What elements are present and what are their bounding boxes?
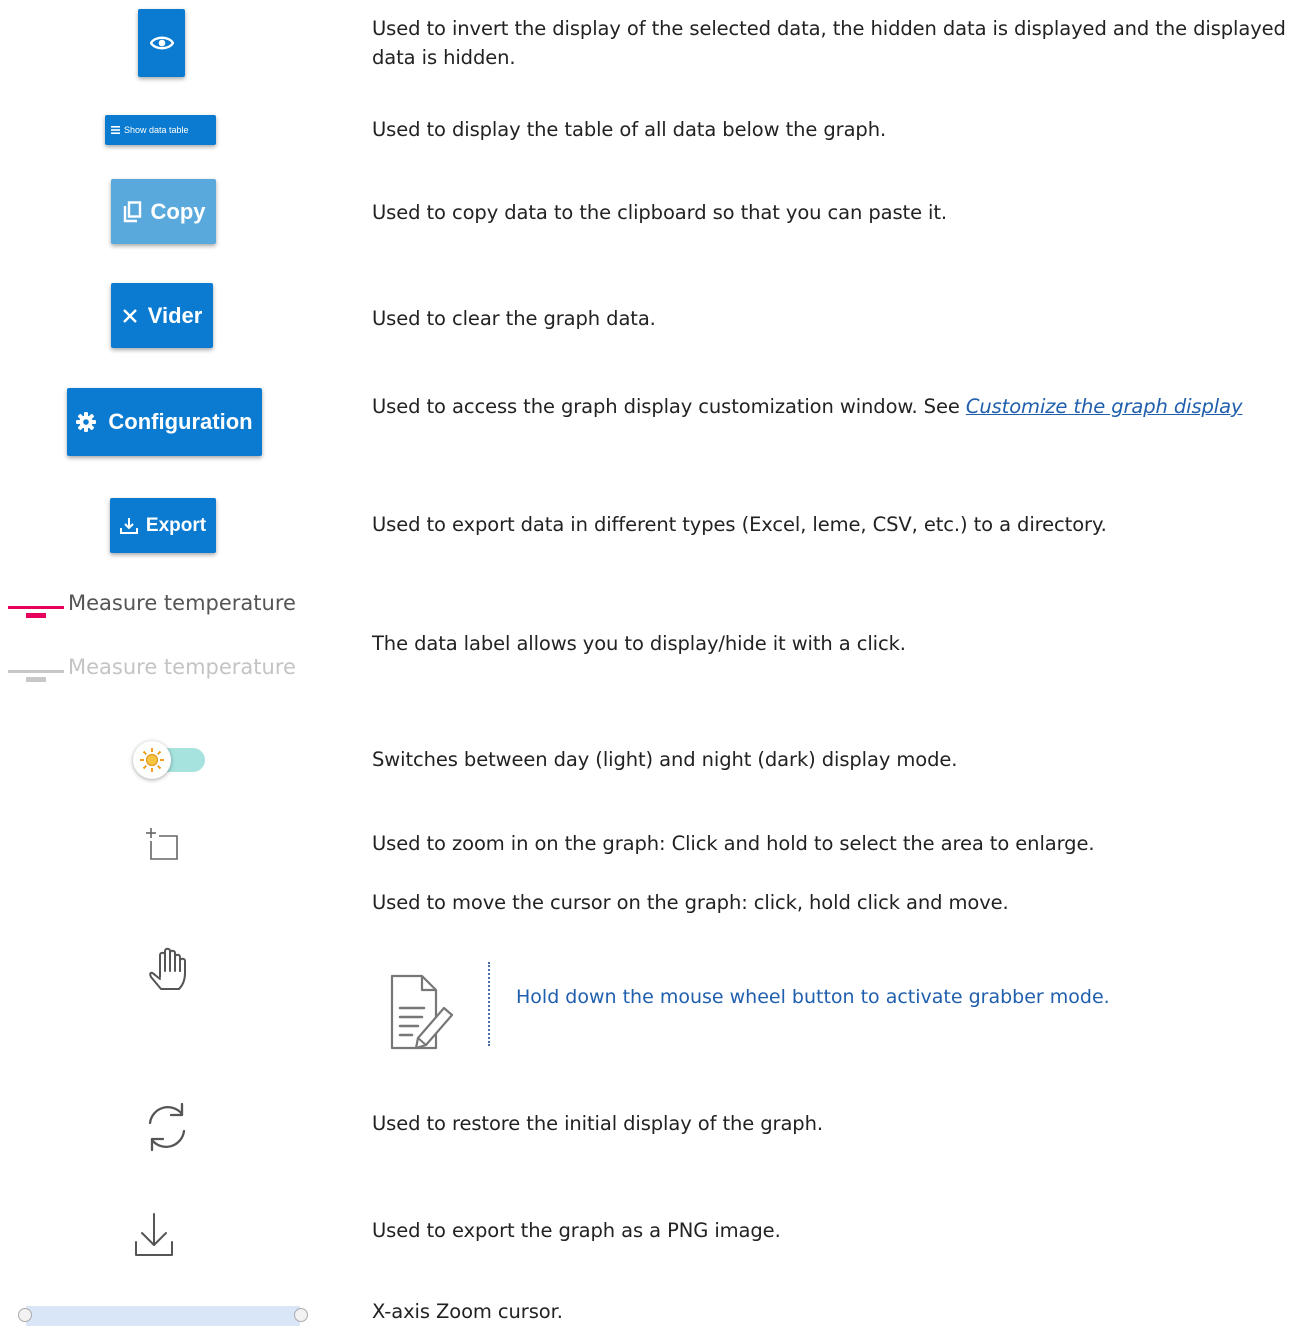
copy-icon	[122, 200, 142, 223]
legend-line-inactive-icon	[8, 670, 64, 682]
grabber-note: Hold down the mouse wheel button to acti…	[516, 986, 1110, 1008]
invert-display-button[interactable]	[138, 9, 185, 77]
legend-description: The data label allows you to display/hid…	[372, 632, 906, 655]
legend-label-inactive: Measure temperature	[68, 655, 296, 679]
clear-button[interactable]: Vider	[111, 283, 213, 348]
download-icon	[119, 517, 138, 535]
export-button[interactable]: Export	[110, 498, 216, 553]
clear-label: Vider	[147, 302, 203, 328]
xzoom-description: X-axis Zoom cursor.	[372, 1300, 563, 1323]
legend-item-active[interactable]: Measure temperature	[8, 590, 328, 624]
sun-icon	[140, 748, 164, 772]
zoom-description: Used to zoom in on the graph: Click and …	[372, 832, 1095, 855]
copy-label: Copy	[150, 198, 206, 224]
refresh-icon[interactable]	[142, 1101, 192, 1153]
theme-toggle[interactable]	[131, 738, 215, 780]
slider-icon[interactable]	[18, 1300, 308, 1326]
export-description: Used to export data in different types (…	[372, 513, 1107, 536]
hand-icon[interactable]	[143, 945, 193, 995]
restore-description: Used to restore the initial display of t…	[372, 1112, 823, 1135]
close-icon	[122, 308, 138, 324]
configuration-description-text: Used to access the graph display customi…	[372, 395, 966, 418]
invert-description: Used to invert the display of the select…	[372, 17, 1286, 69]
configuration-button[interactable]: Configuration	[67, 388, 262, 456]
configuration-description: Used to access the graph display customi…	[372, 392, 1302, 421]
png-description: Used to export the graph as a PNG image.	[372, 1219, 781, 1242]
theme-description: Switches between day (light) and night (…	[372, 748, 958, 771]
show-data-table-button[interactable]: Show data table	[105, 115, 216, 145]
copy-description: Used to copy data to the clipboard so th…	[372, 201, 948, 224]
note-divider	[488, 962, 490, 1046]
eye-icon	[149, 34, 174, 52]
legend-item-inactive[interactable]: Measure temperature	[8, 654, 328, 688]
copy-button[interactable]: Copy	[111, 179, 216, 244]
show-data-table-label: Show data table	[124, 125, 189, 135]
list-icon	[111, 126, 120, 134]
legend-label-active: Measure temperature	[68, 591, 296, 615]
zoom-select-icon[interactable]	[145, 827, 179, 861]
move-description: Used to move the cursor on the graph: cl…	[372, 891, 1009, 914]
note-edit-icon	[390, 974, 454, 1050]
save-icon[interactable]	[135, 1213, 173, 1257]
clear-description: Used to clear the graph data.	[372, 307, 656, 330]
legend-line-active-icon	[8, 606, 64, 618]
data-table-description: Used to display the table of all data be…	[372, 118, 887, 141]
export-label: Export	[145, 514, 207, 536]
gear-icon	[76, 412, 97, 432]
configuration-label: Configuration	[108, 409, 253, 434]
customize-graph-link[interactable]: Customize the graph display	[966, 395, 1243, 418]
